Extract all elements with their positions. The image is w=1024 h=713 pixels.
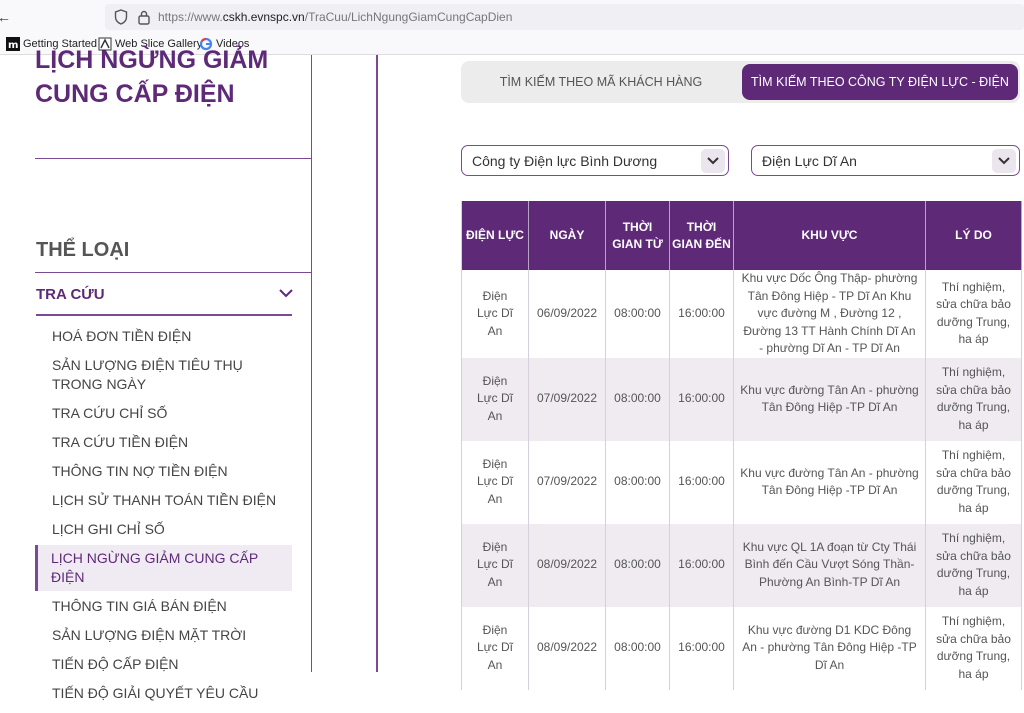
sidebar-item[interactable]: TRA CỨU CHỈ SỐ [36,404,292,423]
cell-date: 07/09/2022 [528,440,606,524]
url-field[interactable]: https://www.cskh.evnspc.vn/TraCuu/LichNg… [105,4,1024,30]
cell-reason: Thí nghiệm, sửa chữa bảo dưỡng Trung, ha… [925,523,1022,607]
cell-power-branch: Điện Lực Dĩ An [461,440,529,524]
divider [35,158,312,159]
sidebar-item[interactable]: SẢN LƯỢNG ĐIỆN MẶT TRỜI [36,626,292,645]
cell-reason: Thí nghiệm, sửa chữa bảo dưỡng Trung, ha… [925,357,1022,441]
cell-date: 08/09/2022 [528,523,606,607]
chevron-down-icon [707,157,719,165]
company-select-toggle[interactable] [701,149,725,173]
back-arrow-icon[interactable]: ← [0,9,11,25]
sidebar-item[interactable]: HOÁ ĐƠN TIỀN ĐIỆN [36,327,292,346]
branch-select[interactable]: Điện Lực Dĩ An [751,145,1020,176]
m-logo-icon: m [6,37,20,51]
sidebar-item[interactable]: THÔNG TIN NỢ TIỀN ĐIỆN [36,462,292,481]
chevron-down-icon[interactable] [278,286,294,300]
sidebar-menu: HOÁ ĐƠN TIỀN ĐIỆN SẢN LƯỢNG ĐIỆN TIÊU THỤ… [35,327,292,713]
svg-text:m: m [8,40,18,51]
sidebar-item[interactable]: TRA CỨU TIỀN ĐIỆN [36,433,292,452]
cell-power-branch: Điện Lực Dĩ An [461,523,529,607]
column-header-time-from: THỜI GIAN TỪ [605,201,670,270]
cell-area: Khu vực Dốc Ông Thập- phường Tân Đông Hi… [733,270,926,358]
outage-schedule-table: ĐIỆN LỰC NGÀY THỜI GIAN TỪ THỜI GIAN ĐẾN… [461,201,1022,690]
cell-power-branch: Điện Lực Dĩ An [461,606,529,690]
table-row: Điện Lực Dĩ An 08/09/2022 08:00:00 16:00:00… [461,523,1022,607]
cell-time-to: 16:00:00 [669,357,734,441]
divider [311,55,312,672]
table-row: Điện Lực Dĩ An 07/09/2022 08:00:00 16:00:00… [461,357,1022,441]
column-header-reason: LÝ DO [925,201,1022,270]
lookup-section-label: TRA CỨU [36,286,105,303]
cell-power-branch: Điện Lực Dĩ An [461,357,529,441]
sidebar: LỊCH NGỪNG GIẢM CUNG CẤP ĐIỆN THỂ LOẠI T… [0,46,378,701]
tab-by-power-company[interactable]: TÌM KIẾM THEO CÔNG TY ĐIỆN LỰC - ĐIỆN LỰ… [742,64,1018,125]
cell-time-to: 16:00:00 [669,270,734,358]
cell-time-to: 16:00:00 [669,606,734,690]
lookup-section-toggle[interactable]: TRA CỨU [36,286,294,316]
branch-select-value: Điện Lực Dĩ An [762,153,857,169]
category-title: THỂ LOẠI [36,239,130,261]
cell-date: 07/09/2022 [528,357,606,441]
sidebar-item[interactable]: LỊCH GHI CHỈ SỐ [36,520,292,539]
page-title: LỊCH NGỪNG GIẢM CUNG CẤP ĐIỆN [35,46,269,108]
cell-reason: Thí nghiệm, sửa chữa bảo dưỡng Trung, ha… [925,606,1022,690]
cell-date: 08/09/2022 [528,606,606,690]
cell-time-from: 08:00:00 [605,606,670,690]
cell-time-from: 08:00:00 [605,270,670,358]
cell-time-from: 08:00:00 [605,440,670,524]
column-header-time-to: THỜI GIAN ĐẾN [669,201,734,270]
cell-time-from: 08:00:00 [605,357,670,441]
url-text: https://www.cskh.evnspc.vn/TraCuu/LichNg… [158,10,513,24]
divider [35,272,312,273]
tab-by-customer-code[interactable]: TÌM KIẾM THEO MÃ KHÁCH HÀNG [461,64,741,100]
search-tabs: TÌM KIẾM THEO MÃ KHÁCH HÀNG TÌM KIẾM THE… [461,61,1020,125]
table-row: Điện Lực Dĩ An 07/09/2022 08:00:00 16:00:00… [461,440,1022,524]
column-header-power-branch: ĐIỆN LỰC [461,201,529,270]
sidebar-item[interactable]: THÔNG TIN GIÁ BÁN ĐIỆN [36,597,292,616]
branch-select-toggle[interactable] [992,149,1016,173]
column-header-area: KHU VỰC [733,201,926,270]
lock-icon[interactable] [137,9,151,25]
shield-icon[interactable] [114,9,128,25]
table-header-row: ĐIỆN LỰC NGÀY THỜI GIAN TỪ THỜI GIAN ĐẾN… [461,201,1022,270]
company-select-value: Công ty Điện lực Bình Dương [472,153,658,169]
table-row: Điện Lực Dĩ An 06/09/2022 08:00:00 16:00:00… [461,270,1022,358]
cell-area: Khu vực đường Tân An - phường Tân Đông H… [733,357,926,441]
sidebar-item[interactable]: LỊCH SỬ THANH TOÁN TIỀN ĐIỆN [36,491,292,510]
table-row: Điện Lực Dĩ An 08/09/2022 08:00:00 16:00:00… [461,606,1022,690]
sidebar-item[interactable]: SẢN LƯỢNG ĐIỆN TIÊU THỤ TRONG NGÀY [36,356,292,394]
sidebar-item-active[interactable]: LỊCH NGỪNG GIẢM CUNG CẤP ĐIỆN [35,545,292,591]
chevron-down-icon [998,157,1010,165]
cell-power-branch: Điện Lực Dĩ An [461,270,529,358]
cell-time-to: 16:00:00 [669,523,734,607]
cell-reason: Thí nghiệm, sửa chữa bảo dưỡng Trung, ha… [925,440,1022,524]
address-bar: ← https://www.cskh.evnspc.vn/TraCuu/Lich… [0,0,1024,33]
cell-area: Khu vực đường D1 KDC Đông An - phường Tâ… [733,606,926,690]
sidebar-item[interactable]: TIẾN ĐỘ CẤP ĐIỆN [36,655,292,674]
cell-area: Khu vực đường Tân An - phường Tân Đông H… [733,440,926,524]
cell-reason: Thí nghiệm, sửa chữa bảo dưỡng Trung, ha… [925,270,1022,358]
company-select[interactable]: Công ty Điện lực Bình Dương [461,145,729,176]
cell-date: 06/09/2022 [528,270,606,358]
sidebar-item[interactable]: TIẾN ĐỘ GIẢI QUYẾT YÊU CẦU [36,684,292,703]
cell-time-to: 16:00:00 [669,440,734,524]
cell-area: Khu vực QL 1A đoạn từ Cty Thái Bình đến … [733,523,926,607]
column-header-date: NGÀY [528,201,606,270]
cell-time-from: 08:00:00 [605,523,670,607]
